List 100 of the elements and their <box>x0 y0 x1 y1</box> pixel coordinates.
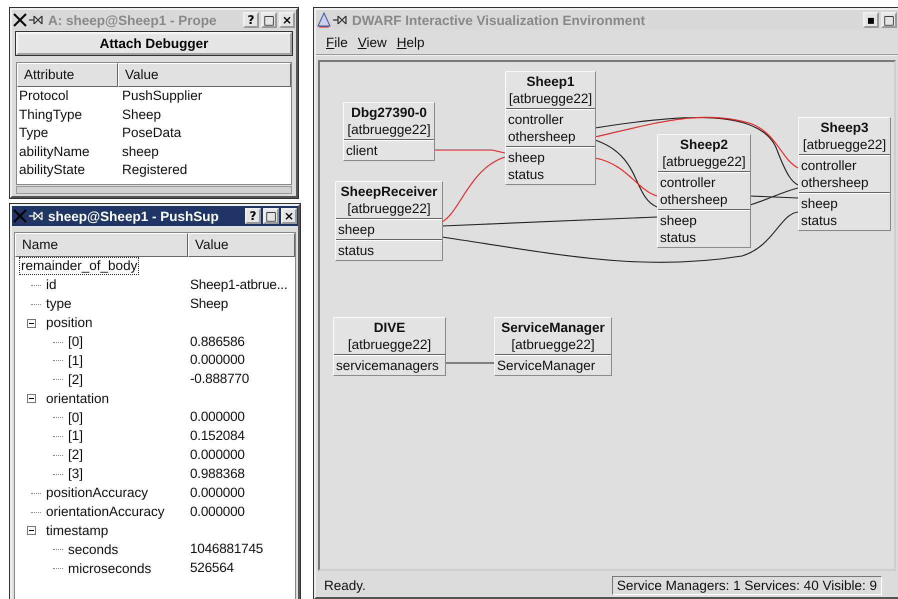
connector-line <box>445 362 494 364</box>
service-name: Dbg27390-0 <box>351 104 427 121</box>
service-node[interactable]: DIVE [atbruegge22] servicemanagers <box>333 317 446 376</box>
port-label: sheep <box>508 149 546 166</box>
port-label: sheep <box>660 212 698 229</box>
field-value: 0.000000 <box>190 351 245 370</box>
attribute-value: Registered <box>121 161 188 179</box>
tree-item[interactable]: positionAccuracy <box>44 484 150 502</box>
title-button[interactable]: × <box>279 12 295 28</box>
field-value: 0.152084 <box>190 427 245 446</box>
field-value: -0.888770 <box>190 370 250 388</box>
field-value: 0.000000 <box>190 484 245 502</box>
collapse-icon[interactable] <box>27 526 36 536</box>
service-name: ServiceManager <box>501 319 605 336</box>
tree-item[interactable]: timestamp <box>44 522 110 540</box>
service-node[interactable]: SheepReceiver [atbruegge22] sheep status <box>335 181 443 261</box>
tree-item[interactable]: [3] <box>66 465 86 484</box>
attribute-name: Type <box>18 124 50 142</box>
window-title: sheep@Sheep1 - PushSup <box>48 208 220 224</box>
attribute-value: sheep <box>121 142 159 161</box>
service-node[interactable]: Sheep3 [atbruegge22] controller othersheep sheep status <box>798 117 891 231</box>
attribute-name: abilityState <box>18 161 86 179</box>
port-label: othersheep <box>801 174 870 191</box>
field-value: 0.000000 <box>190 446 245 464</box>
service-name: Sheep3 <box>820 119 869 136</box>
field-value: 0.000000 <box>190 408 245 426</box>
tree-item[interactable]: [1] <box>66 352 86 370</box>
port-label: controller <box>660 174 717 191</box>
title-button[interactable]: ▪ <box>863 12 879 28</box>
field-value: 1046881745 <box>190 540 264 558</box>
tree-item[interactable]: [2] <box>66 446 86 464</box>
port-label: status <box>338 242 376 259</box>
pin-icon[interactable] <box>333 15 347 25</box>
host-label: [atbruegge22] <box>802 136 886 153</box>
horizontal-scrollbar[interactable] <box>16 186 292 194</box>
field-value: 0.886586 <box>190 332 245 351</box>
host-label: [atbruegge22] <box>348 336 432 353</box>
connector-line <box>434 149 506 154</box>
port-label: ServiceManager <box>497 357 596 374</box>
menu-item[interactable]: Help <box>396 34 425 50</box>
tree-item[interactable]: seconds <box>66 540 120 559</box>
column-header[interactable]: Value <box>188 233 295 257</box>
port-label: sheep <box>801 195 839 212</box>
status-info: Service Managers: 1 Services: 40 Visible: 9 <box>612 576 882 594</box>
column-header[interactable]: Value <box>118 63 291 87</box>
menu-item[interactable]: File <box>326 34 348 50</box>
host-label: [atbruegge22] <box>347 200 431 217</box>
attribute-value: PushSupplier <box>121 87 202 105</box>
port-label: status <box>508 166 546 183</box>
cross-icon[interactable] <box>13 13 27 27</box>
tree-item[interactable]: orientationAccuracy <box>44 503 167 522</box>
host-label: [atbruegge22] <box>347 121 431 138</box>
tree-item[interactable]: position <box>44 314 95 332</box>
tree-item[interactable]: type <box>44 295 74 314</box>
tree-item[interactable]: [1] <box>66 427 86 446</box>
service-name: Sheep1 <box>526 73 575 90</box>
tree-item[interactable]: microseconds <box>66 560 154 578</box>
title-button[interactable]: □ <box>881 12 897 28</box>
column-header[interactable]: Attribute <box>17 63 118 87</box>
host-label: [atbruegge22] <box>508 90 592 107</box>
port-label: othersheep <box>508 128 577 145</box>
field-value: 0.000000 <box>190 502 245 521</box>
attach-debugger-button[interactable]: Attach Debugger <box>16 32 292 55</box>
host-label: [atbruegge22] <box>662 153 746 170</box>
service-node[interactable]: Sheep1 [atbruegge22] controller othersheep sheep status <box>505 71 596 185</box>
port-label: controller <box>508 111 565 128</box>
collapse-icon[interactable] <box>27 318 36 328</box>
title-button[interactable]: ? <box>243 12 259 28</box>
title-button[interactable]: ? <box>245 208 261 224</box>
tree-item[interactable]: id <box>44 276 59 294</box>
title-button[interactable]: □ <box>261 12 277 28</box>
window-title: A: sheep@Sheep1 - Prope <box>48 12 218 28</box>
host-label: [atbruegge22] <box>511 336 595 353</box>
port-label: status <box>660 229 698 246</box>
port-label: client <box>346 142 379 159</box>
column-header[interactable]: Name <box>15 233 188 257</box>
service-name: DIVE <box>374 319 406 336</box>
tree-item[interactable]: orientation <box>44 390 112 408</box>
triangle-icon[interactable] <box>317 12 331 28</box>
service-name: Sheep2 <box>680 136 728 153</box>
service-node[interactable]: Dbg27390-0 [atbruegge22] client <box>343 102 435 161</box>
service-node[interactable]: ServiceManager [atbruegge22] ServiceManager <box>494 317 612 376</box>
window-title: DWARF Interactive Visualization Environment <box>352 12 646 28</box>
tree-item[interactable]: [0] <box>66 408 86 427</box>
title-button[interactable]: □ <box>263 208 279 224</box>
pin-icon[interactable] <box>29 15 43 25</box>
field-value: Sheep <box>190 294 228 313</box>
attribute-name: Protocol <box>18 87 70 105</box>
collapse-icon[interactable] <box>27 394 36 404</box>
attribute-name: abilityName <box>18 142 91 161</box>
title-button[interactable]: × <box>281 208 297 224</box>
tree-item[interactable]: [0] <box>66 333 86 351</box>
port-label: servicemanagers <box>336 357 440 374</box>
menu-item[interactable]: View <box>358 34 387 50</box>
attribute-value: PoseData <box>121 124 182 142</box>
service-node[interactable]: Sheep2 [atbruegge22] controller othersheep sheep status <box>657 134 751 248</box>
tree-item[interactable]: [2] <box>66 370 86 389</box>
service-name: SheepReceiver <box>340 183 438 200</box>
tree-item[interactable]: remainder_of_body <box>19 257 140 276</box>
field-value: 526564 <box>190 559 234 578</box>
